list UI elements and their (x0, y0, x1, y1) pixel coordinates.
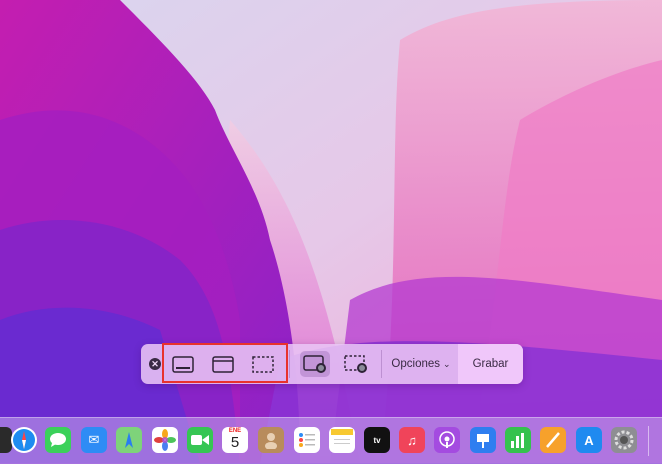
music-icon[interactable]: ♫ (399, 427, 425, 453)
calendar-icon[interactable]: ENE 5 (222, 427, 248, 453)
notes-icon[interactable] (329, 427, 355, 453)
apple-tv-icon[interactable]: tv (364, 427, 390, 453)
entire-screen-icon (172, 355, 194, 373)
calendar-day: 5 (230, 434, 240, 451)
contacts-icon[interactable] (258, 427, 284, 453)
record-label: Grabar (472, 358, 509, 370)
system-preferences-icon[interactable] (611, 427, 637, 453)
toolbar-divider (289, 350, 290, 378)
messages-icon[interactable] (45, 427, 71, 453)
app-store-glyph: A (584, 432, 594, 448)
pages-icon[interactable] (540, 427, 566, 453)
capture-entire-screen-button[interactable] (168, 351, 198, 377)
numbers-icon[interactable] (505, 427, 531, 453)
record-screen-icon (303, 354, 326, 373)
keynote-icon[interactable] (470, 427, 496, 453)
capture-window-button[interactable] (208, 351, 238, 377)
facetime-icon[interactable] (187, 427, 213, 453)
capture-selection-button[interactable] (248, 351, 278, 377)
mail-glyph: ✉ (88, 432, 100, 447)
toolbar-divider (381, 350, 382, 378)
chevron-down-icon: ⌄ (443, 358, 451, 369)
maps-icon[interactable] (116, 427, 142, 453)
mail-icon[interactable]: ✉ (81, 427, 107, 453)
record-button[interactable]: Grabar (458, 344, 523, 384)
window-icon (212, 355, 234, 373)
photos-icon[interactable] (152, 427, 178, 453)
options-dropdown[interactable]: Opciones ⌄ (385, 344, 457, 384)
record-selection-button[interactable] (341, 351, 371, 377)
screenshot-toolbar: ✕ Opciones ⌄ Grabar (141, 344, 523, 384)
record-selection-icon (344, 354, 367, 373)
options-label: Opciones (391, 358, 441, 370)
app-store-icon[interactable]: A (576, 427, 602, 453)
music-glyph: ♫ (407, 432, 417, 448)
dock-separator (648, 426, 649, 456)
close-button[interactable]: ✕ (149, 358, 161, 370)
reminders-icon[interactable] (294, 427, 320, 453)
dock: ✉ ENE 5 tv ♫ A (0, 417, 662, 464)
desktop-wallpaper (0, 0, 662, 463)
apple-tv-label: tv (373, 435, 381, 445)
podcasts-icon[interactable] (434, 427, 460, 453)
record-entire-screen-button[interactable] (300, 351, 330, 377)
selection-icon (252, 355, 274, 373)
safari-icon[interactable] (11, 427, 37, 453)
